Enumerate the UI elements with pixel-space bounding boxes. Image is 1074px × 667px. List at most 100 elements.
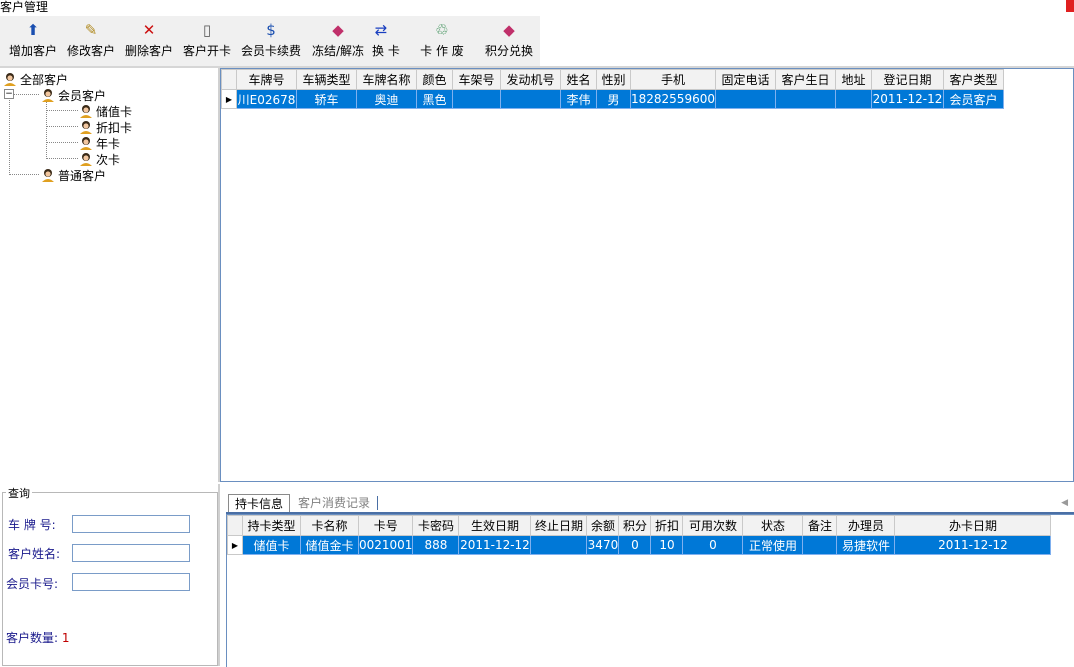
table-cell[interactable]: 储值金卡: [300, 535, 359, 555]
table-cell[interactable]: 0: [682, 535, 744, 555]
detail-tabs: 持卡信息 客户消费记录: [226, 494, 1074, 513]
column-header[interactable]: 固定电话: [714, 69, 776, 90]
column-header[interactable]: 可用次数: [682, 515, 744, 536]
edit-customer-button[interactable]: ✎ 修改客户: [64, 16, 118, 66]
table-cell[interactable]: 18282559600: [630, 89, 716, 109]
card-table: 持卡类型 卡名称 卡号 卡密码 生效日期 终止日期 余额 积分 折扣 可用次数 状态 备注 办理员 办卡日…: [227, 515, 1052, 555]
column-header[interactable]: 颜色: [416, 69, 453, 90]
toolbar-label: 修改客户: [66, 44, 115, 58]
column-header[interactable]: 车牌名称: [356, 69, 417, 90]
delete-customer-button[interactable]: ✕ 删除客户: [122, 16, 176, 66]
table-cell[interactable]: 黑色: [416, 89, 453, 109]
table-cell[interactable]: 奥迪: [356, 89, 417, 109]
table-cell[interactable]: [802, 535, 838, 555]
table-cell[interactable]: 男: [596, 89, 631, 109]
toolbar-label: 积分兑换: [484, 44, 533, 58]
column-header[interactable]: 余额: [586, 515, 620, 536]
table-cell[interactable]: 易捷软件: [836, 535, 896, 555]
column-header[interactable]: 车架号: [452, 69, 501, 90]
column-header[interactable]: 办卡日期: [894, 515, 1052, 536]
customer-count-label: 客户数量:: [6, 631, 59, 645]
delete-icon: ✕: [142, 21, 156, 39]
tab-scroll-left-icon[interactable]: ◀: [1061, 498, 1068, 508]
card-grid: 持卡类型 卡名称 卡号 卡密码 生效日期 终止日期 余额 积分 折扣 可用次数 状态 备注 办理员 办卡日…: [226, 514, 1074, 667]
add-customer-button[interactable]: ⬆ 增加客户: [6, 16, 60, 66]
open-card-button[interactable]: ▯ 客户开卡: [180, 16, 234, 66]
tab-card-info[interactable]: 持卡信息: [228, 494, 291, 513]
table-row[interactable]: ▶ 川E02678 轿车 奥迪 黑色 李伟男 18282559600 2011-12-12 会员…: [221, 89, 1004, 109]
renew-card-button[interactable]: $ 会员卡续费: [238, 16, 304, 66]
tree-node-normal-customers[interactable]: 普通客户: [41, 167, 106, 184]
header-row: 持卡类型 卡名称 卡号 卡密码 生效日期 终止日期 余额 积分 折扣 可用次数 状态 备注 办理员 办卡日…: [227, 515, 1052, 536]
table-cell[interactable]: 0: [618, 535, 652, 555]
customer-avatar-icon: [79, 152, 93, 166]
table-cell[interactable]: 轿车: [296, 89, 357, 109]
column-header[interactable]: 手机: [630, 69, 716, 90]
table-cell[interactable]: [834, 89, 872, 109]
table-cell[interactable]: 2011-12-12: [894, 535, 1052, 555]
table-cell[interactable]: [774, 89, 836, 109]
query-legend: 查询: [6, 485, 32, 501]
plate-input[interactable]: [72, 515, 190, 533]
column-header[interactable]: 折扣: [650, 515, 684, 536]
table-cell[interactable]: 储值卡: [242, 535, 301, 555]
column-header[interactable]: 生效日期: [458, 515, 532, 536]
table-cell[interactable]: 0021001: [357, 535, 414, 555]
table-cell[interactable]: [500, 89, 561, 109]
customer-avatar-icon: [79, 104, 93, 118]
column-header[interactable]: 发动机号: [500, 69, 561, 90]
tree-node-annual-card[interactable]: 年卡: [79, 135, 120, 152]
column-header[interactable]: 备注: [802, 515, 838, 536]
column-header[interactable]: 地址: [834, 69, 872, 90]
tab-consumption-records[interactable]: 客户消费记录: [292, 494, 376, 512]
change-card-button[interactable]: ⇄ 换 卡: [372, 16, 400, 66]
column-header[interactable]: 客户类型: [942, 69, 1004, 90]
column-header[interactable]: 客户生日: [774, 69, 836, 90]
table-cell[interactable]: [530, 535, 588, 555]
tree-line: [46, 158, 78, 159]
column-header[interactable]: 卡号: [357, 515, 414, 536]
column-header[interactable]: 登记日期: [870, 69, 944, 90]
table-cell[interactable]: [714, 89, 776, 109]
table-cell[interactable]: 2011-12-12: [458, 535, 532, 555]
title-bar: 客户管理: [0, 0, 1074, 16]
name-label: 客户姓名:: [8, 547, 61, 561]
collapse-toggle-icon[interactable]: −: [4, 89, 14, 99]
table-cell[interactable]: 2011-12-12: [870, 89, 944, 109]
table-cell[interactable]: 正常使用: [742, 535, 804, 555]
card-number-input[interactable]: [72, 573, 190, 591]
points-exchange-button[interactable]: ◆ 积分兑换: [482, 16, 536, 66]
customer-count-value: 1: [61, 631, 70, 645]
table-cell[interactable]: 3470: [586, 535, 620, 555]
table-cell[interactable]: [452, 89, 501, 109]
column-header[interactable]: 状态: [742, 515, 804, 536]
table-cell[interactable]: 川E02678: [236, 89, 297, 109]
tree-node-discount-card[interactable]: 折扣卡: [79, 119, 132, 136]
add-icon: ⬆: [26, 21, 40, 39]
column-header[interactable]: 性别: [596, 69, 631, 90]
trash-icon: ♲: [435, 21, 449, 39]
tree-node-count-card[interactable]: 次卡: [79, 151, 120, 168]
column-header[interactable]: 车辆类型: [296, 69, 357, 90]
void-card-button[interactable]: ♲ 卡 作 废: [414, 16, 470, 66]
column-header[interactable]: 终止日期: [530, 515, 588, 536]
tree-node-member-customers[interactable]: 会员客户: [41, 87, 106, 104]
freeze-button[interactable]: ◆ 冻结/解冻: [308, 16, 368, 66]
column-header[interactable]: 持卡类型: [242, 515, 301, 536]
table-cell[interactable]: 10: [650, 535, 684, 555]
column-header[interactable]: 办理员: [836, 515, 896, 536]
name-input[interactable]: [72, 544, 190, 562]
table-cell[interactable]: 888: [412, 535, 460, 555]
column-header[interactable]: 车牌号: [236, 69, 297, 90]
dollar-icon: $: [266, 21, 276, 39]
tree-node-stored-value-card[interactable]: 储值卡: [79, 103, 132, 120]
column-header[interactable]: 卡名称: [300, 515, 359, 536]
column-header[interactable]: 积分: [618, 515, 652, 536]
column-header[interactable]: 卡密码: [412, 515, 460, 536]
column-header[interactable]: 姓名: [560, 69, 597, 90]
table-row[interactable]: ▶ 储值卡 储值金卡 0021001 888 2011-12-12 3470 0 10 0 正常使用…: [227, 535, 1052, 555]
tree-node-all-customers[interactable]: 全部客户: [3, 71, 68, 88]
close-icon[interactable]: [1066, 0, 1074, 12]
table-cell[interactable]: 会员客户: [942, 89, 1004, 109]
table-cell[interactable]: 李伟: [560, 89, 597, 109]
